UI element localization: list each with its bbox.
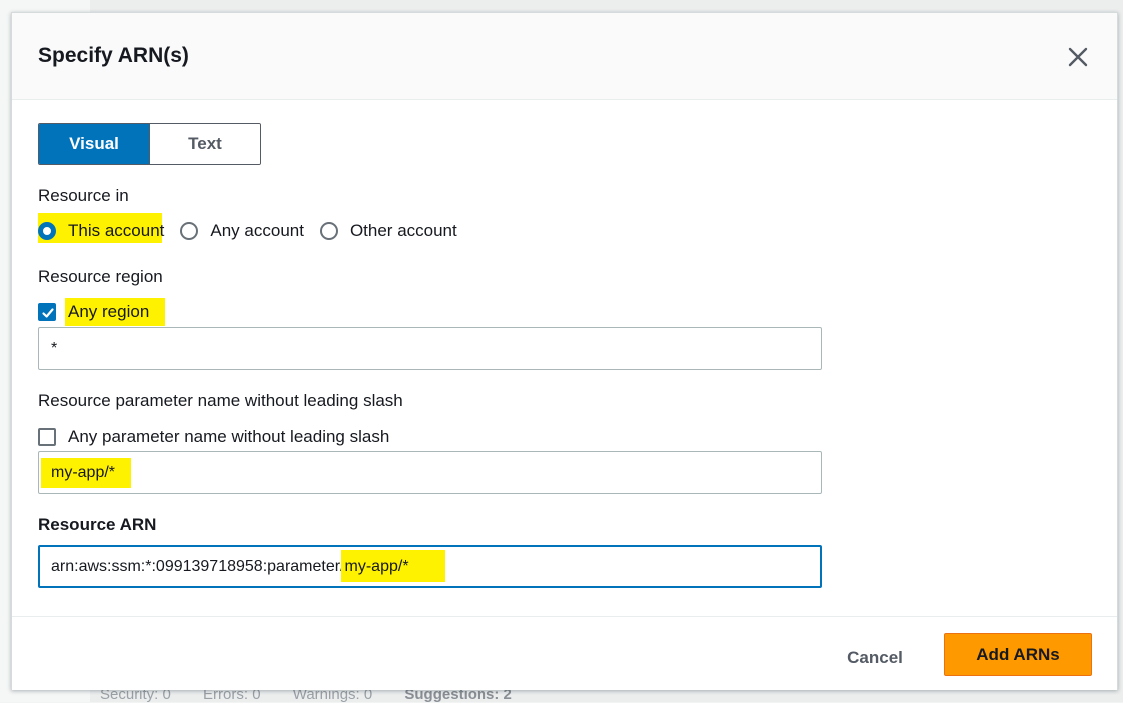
- any-parameter-checkbox[interactable]: Any parameter name without leading slash: [38, 426, 389, 448]
- any-region-text: Any region: [68, 302, 150, 321]
- resource-region-label: Resource region: [38, 267, 163, 286]
- radio-button[interactable]: [319, 222, 338, 240]
- arn-prefix-text: arn:aws:ssm:*:099139718958:parameter/: [51, 557, 345, 575]
- parameter-input-value: my-app/*: [41, 457, 131, 488]
- region-input[interactable]: *: [38, 327, 822, 370]
- resource-arn-label: Resource ARN: [38, 515, 157, 534]
- checkbox-label: Any parameter name without leading slash: [68, 427, 390, 446]
- checkbox-unchecked-icon[interactable]: [38, 428, 56, 446]
- radio-any-account[interactable]: Any account: [180, 221, 304, 241]
- radio-label: This account: [68, 221, 165, 240]
- resource-in-label: Resource in: [38, 186, 129, 205]
- modal-title: Specify ARN(s): [38, 44, 189, 67]
- resource-parameter-label: Resource parameter name without leading …: [38, 391, 403, 410]
- radio-button-checked[interactable]: [38, 222, 56, 240]
- arn-highlighted-part: my-app/*: [340, 549, 445, 582]
- radio-other-account[interactable]: Other account: [319, 221, 457, 241]
- modal-header: Specify ARN(s): [12, 13, 1117, 100]
- region-input-value: *: [51, 339, 58, 357]
- radio-button[interactable]: [180, 222, 199, 240]
- radio-label: Any account: [210, 221, 304, 240]
- any-region-checkbox[interactable]: Any region: [38, 298, 165, 326]
- checkbox-checked-icon[interactable]: [38, 303, 56, 321]
- specify-arn-modal: Specify ARN(s) Visual Text Resource in T…: [11, 12, 1118, 690]
- arn-highlight-text: my-app/*: [344, 557, 409, 575]
- parameter-value-text: my-app/*: [51, 463, 116, 481]
- resource-in-radio-group: This account Any account Other account: [38, 213, 473, 243]
- modal-footer: Cancel Add ARNs: [12, 616, 1117, 690]
- radio-label: Other account: [349, 221, 457, 240]
- mode-toggle: Visual Text: [38, 123, 261, 165]
- checkbox-label: Any region: [65, 298, 165, 326]
- close-icon[interactable]: [1066, 45, 1090, 69]
- parameter-input[interactable]: my-app/*: [38, 451, 822, 494]
- resource-arn-input[interactable]: arn:aws:ssm:*:099139718958:parameter/ my…: [38, 545, 822, 588]
- visual-tab[interactable]: Visual: [39, 124, 149, 164]
- add-arns-button[interactable]: Add ARNs: [944, 633, 1092, 676]
- radio-this-account[interactable]: This account: [38, 213, 165, 243]
- text-tab[interactable]: Text: [149, 124, 260, 164]
- cancel-button[interactable]: Cancel: [820, 642, 930, 674]
